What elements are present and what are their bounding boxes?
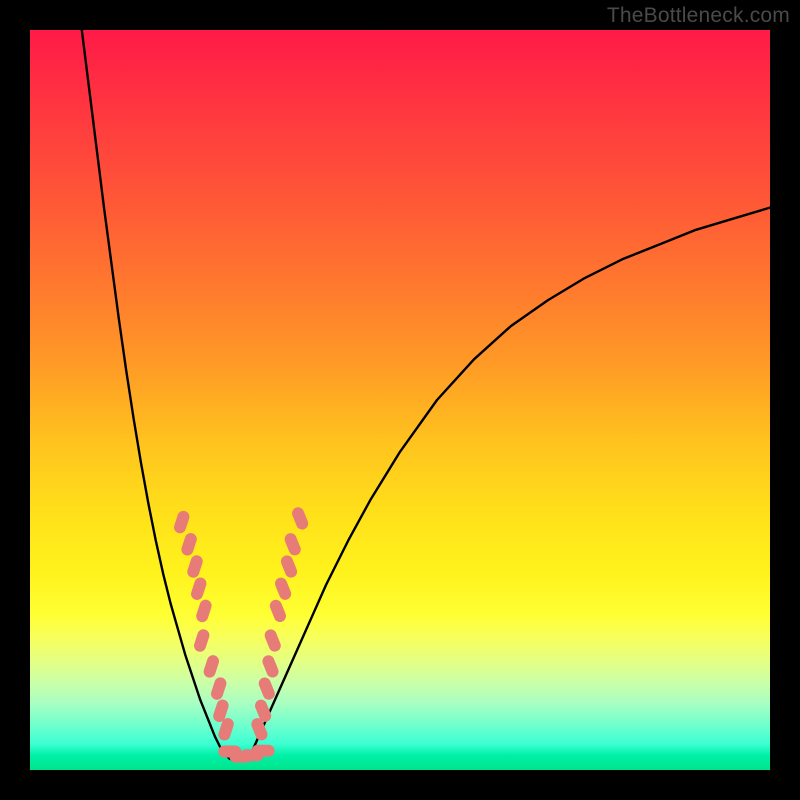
- chart-svg: [30, 30, 770, 770]
- data-marker: [172, 509, 191, 535]
- bottleneck-curve: [82, 30, 770, 761]
- data-marker: [268, 598, 288, 624]
- curve-group: [82, 30, 770, 761]
- data-marker: [202, 654, 221, 680]
- data-marker: [263, 628, 283, 654]
- data-marker: [195, 598, 214, 624]
- data-marker: [290, 505, 310, 531]
- data-marker: [279, 554, 299, 580]
- data-marker: [257, 676, 277, 702]
- watermark-text: TheBottleneck.com: [607, 4, 790, 28]
- chart-frame: TheBottleneck.com: [0, 0, 800, 800]
- data-marker: [273, 576, 293, 602]
- data-marker: [283, 531, 303, 557]
- data-marker: [261, 653, 281, 679]
- data-marker: [180, 532, 199, 558]
- data-marker: [186, 554, 205, 580]
- data-marker: [189, 576, 208, 602]
- marker-group: [172, 505, 310, 762]
- data-marker: [252, 745, 275, 757]
- plot-area: [30, 30, 770, 770]
- data-marker: [209, 676, 228, 702]
- data-marker: [192, 628, 211, 654]
